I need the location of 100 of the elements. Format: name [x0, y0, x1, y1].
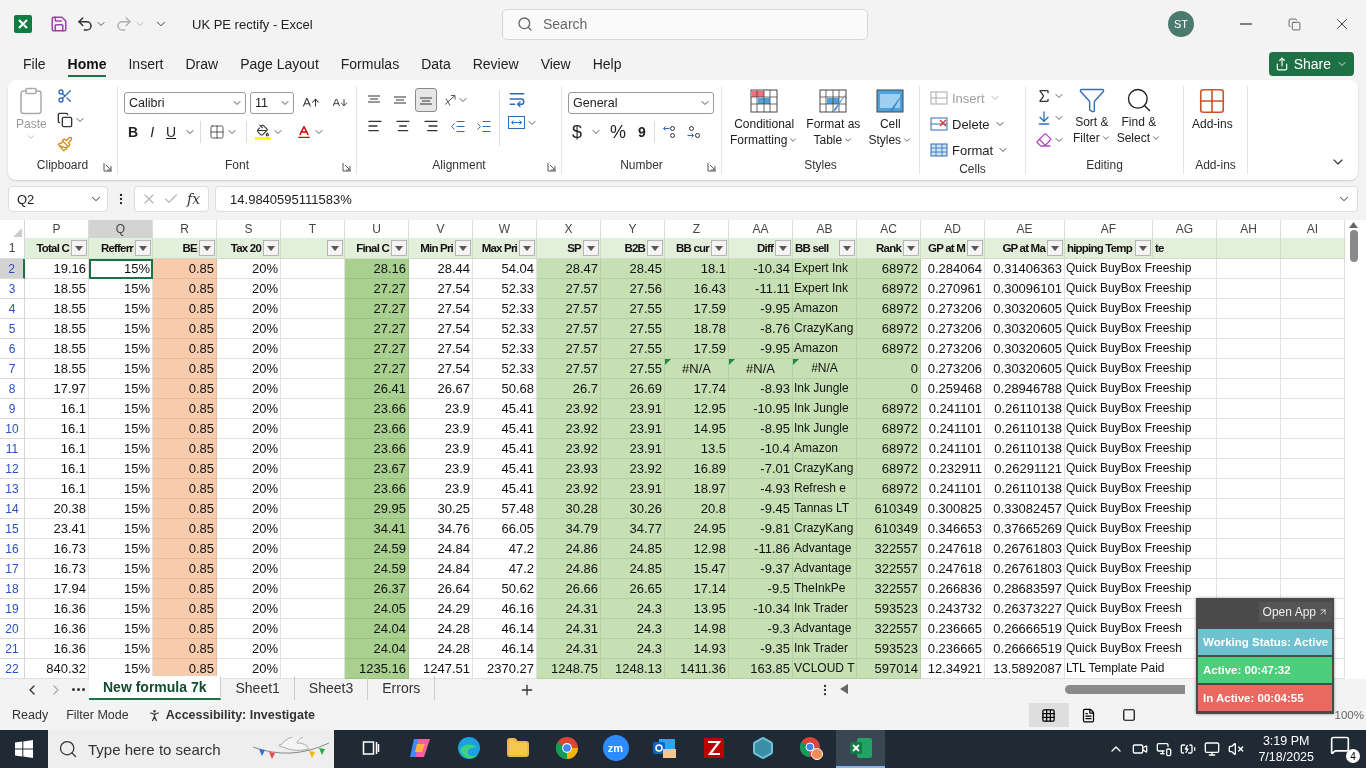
share-button[interactable]: Share: [1268, 52, 1354, 76]
ribbon-tab[interactable]: Insert: [117, 51, 175, 77]
taskbar-search-field[interactable]: Type here to search: [48, 730, 334, 768]
open-app-button[interactable]: Open App: [1258, 602, 1332, 622]
table-cell: 20%: [217, 499, 281, 519]
currency-button[interactable]: $: [568, 120, 586, 144]
ribbon-tab[interactable]: File: [12, 51, 57, 77]
number-format-dropdown[interactable]: General: [568, 92, 714, 114]
table-cell: 26.41: [345, 379, 409, 399]
table-cell: 18.55: [25, 359, 89, 379]
styles-button[interactable]: Cell Styles: [866, 86, 915, 148]
table-cell: Expert Ink: [793, 259, 857, 279]
cells-button[interactable]: Format: [926, 138, 1014, 162]
row-number[interactable]: 3: [0, 279, 25, 299]
table-cell: 24.04: [345, 619, 409, 639]
row-number[interactable]: 2: [0, 259, 25, 279]
row-number[interactable]: 4: [0, 299, 25, 319]
font-size-dropdown[interactable]: 11: [250, 92, 294, 114]
underline-button[interactable]: U: [162, 120, 181, 144]
italic-button[interactable]: I: [146, 120, 158, 144]
ribbon-tab[interactable]: Draw: [174, 51, 230, 77]
row-number[interactable]: 16: [0, 539, 25, 559]
sheet-tab[interactable]: New formula 7k: [89, 676, 222, 700]
row-number[interactable]: 20: [0, 619, 25, 639]
table-cell: 18.1: [665, 259, 729, 279]
notifications-button[interactable]: 4: [1330, 735, 1360, 763]
row-number[interactable]: 15: [0, 519, 25, 539]
accessibility-status[interactable]: Accessibility: Investigate: [146, 707, 316, 723]
editing-button[interactable]: Find & Select: [1114, 86, 1164, 146]
row-number[interactable]: 9: [0, 399, 25, 419]
insert-function-button[interactable]: fx: [185, 191, 203, 207]
ribbon-tab[interactable]: View: [529, 51, 582, 77]
formula-field[interactable]: 14.9840595111583%: [215, 186, 1358, 212]
row-number[interactable]: 21: [0, 639, 25, 659]
table-cell: 68972: [857, 479, 921, 499]
table-cell: 46.14: [473, 619, 537, 639]
row-number[interactable]: 5: [0, 319, 25, 339]
column-header[interactable]: Q: [89, 220, 153, 240]
zoom-level[interactable]: 100%: [1334, 709, 1364, 721]
comma-style-button[interactable]: 9: [634, 120, 650, 144]
clock[interactable]: 3:19 PM 7/18/2025: [1258, 733, 1314, 765]
table-cell: 1248.13: [601, 659, 665, 679]
table-cell: 20%: [217, 399, 281, 419]
font-family-dropdown[interactable]: Calibri: [124, 92, 246, 114]
table-cell: 1235.16: [345, 659, 409, 679]
table-cell: 23.91: [601, 439, 665, 459]
table-cell: Amazon: [793, 299, 857, 319]
row-number[interactable]: 7: [0, 359, 25, 379]
row-number[interactable]: 14: [0, 499, 25, 519]
table-cell: 840.32: [25, 659, 89, 679]
table-cell: -10.95: [729, 399, 793, 419]
header-text: BB cur: [675, 242, 709, 254]
table-cell: Quick BuyBox Freeship: [1065, 439, 1217, 459]
percent-button[interactable]: %: [606, 120, 631, 144]
styles-button[interactable]: Format as Table: [804, 86, 863, 148]
table-cell: 24.28: [409, 619, 473, 639]
table-cell: 20%: [217, 279, 281, 299]
search-field[interactable]: Search: [502, 8, 868, 40]
row-number[interactable]: 11: [0, 439, 25, 459]
table-cell: 27.27: [345, 359, 409, 379]
table-cell: 14.93: [665, 639, 729, 659]
row-number[interactable]: 13: [0, 479, 25, 499]
table-cell: 26.67: [409, 379, 473, 399]
row-number[interactable]: 1: [0, 238, 25, 259]
row-number[interactable]: 12: [0, 459, 25, 479]
table-cell: 16.1: [25, 419, 89, 439]
table-cell: 0.85: [153, 559, 217, 579]
table-cell: 20.38: [25, 499, 89, 519]
ribbon-tab[interactable]: Help: [581, 51, 633, 77]
table-cell: 20%: [217, 539, 281, 559]
name-box[interactable]: Q2: [8, 186, 108, 212]
row-number[interactable]: 10: [0, 419, 25, 439]
table-cell: 68972: [857, 419, 921, 439]
row-number[interactable]: 22: [0, 659, 25, 679]
status-text: Filter Mode: [66, 708, 129, 722]
ribbon-tab[interactable]: Home: [56, 51, 118, 77]
table-cell: 68972: [857, 299, 921, 319]
row-number[interactable]: 18: [0, 579, 25, 599]
row-number[interactable]: 19: [0, 599, 25, 619]
ribbon-tab[interactable]: Data: [410, 51, 462, 77]
bold-button[interactable]: B: [124, 120, 143, 144]
row-number[interactable]: 8: [0, 379, 25, 399]
styles-button[interactable]: Conditional Formatting: [728, 86, 801, 148]
table-cell: 68972: [857, 319, 921, 339]
table-cell: 27.54: [409, 319, 473, 339]
add-ins-button[interactable]: Add-ins: [1190, 86, 1235, 132]
table-cell: 0.85: [153, 319, 217, 339]
user-avatar[interactable]: ST: [1168, 11, 1194, 37]
table-cell: 0.85: [153, 259, 217, 279]
ribbon-tab[interactable]: Page Layout: [229, 51, 330, 77]
cells-button[interactable]: Delete: [926, 112, 1014, 136]
row-number[interactable]: 17: [0, 559, 25, 579]
table-cell: 0: [857, 359, 921, 379]
ribbon-tab[interactable]: Formulas: [329, 51, 411, 77]
table-cell: 597014: [857, 659, 921, 679]
table-cell: 46.14: [473, 639, 537, 659]
row-number[interactable]: 6: [0, 339, 25, 359]
table-cell: 15%: [89, 319, 153, 339]
ribbon-tab[interactable]: Review: [461, 51, 530, 77]
editing-button[interactable]: Sort & Filter: [1071, 86, 1113, 146]
